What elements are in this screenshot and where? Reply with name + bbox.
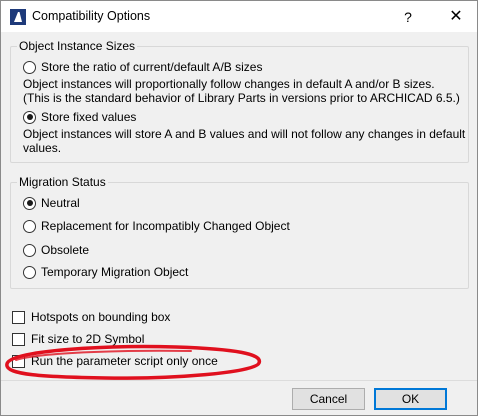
title-bar: Compatibility Options ? ✕ <box>1 1 477 32</box>
radio-button[interactable] <box>23 243 36 257</box>
radio-obsolete[interactable]: Obsolete <box>23 242 89 258</box>
radio-store-ratio[interactable]: Store the ratio of current/default A/B s… <box>23 59 262 75</box>
radio-button-selected[interactable] <box>23 110 36 124</box>
radio-neutral[interactable]: Neutral <box>23 195 80 211</box>
migration-status-label: Migration Status <box>17 175 108 189</box>
store-fixed-values-description-line2: values. <box>23 141 62 155</box>
radio-store-ratio-label: Store the ratio of current/default A/B s… <box>41 60 263 74</box>
store-ratio-description-line2: (This is the standard behavior of Librar… <box>23 91 460 105</box>
radio-replacement[interactable]: Replacement for Incompatibly Changed Obj… <box>23 218 290 234</box>
radio-obsolete-label: Obsolete <box>41 243 90 257</box>
ok-button[interactable]: OK <box>374 388 447 410</box>
checkbox-run-parameter-script-label: Run the parameter script only once <box>31 354 218 368</box>
object-instance-sizes-label: Object Instance Sizes <box>17 39 138 53</box>
cancel-button[interactable]: Cancel <box>292 388 365 410</box>
radio-store-fixed-values-label: Store fixed values <box>41 110 137 124</box>
store-fixed-values-description-line1: Object instances will store A and B valu… <box>23 127 466 141</box>
help-button[interactable]: ? <box>393 6 423 28</box>
radio-button[interactable] <box>23 265 36 279</box>
archicad-app-icon <box>10 9 26 25</box>
radio-button[interactable] <box>23 60 36 74</box>
checkbox-fit-size-2d-symbol[interactable]: Fit size to 2D Symbol <box>12 331 144 347</box>
radio-store-fixed-values[interactable]: Store fixed values <box>23 109 136 125</box>
checkbox-box[interactable] <box>12 354 25 368</box>
store-ratio-description: Object instances will proportionally fol… <box>23 77 460 105</box>
checkbox-fit-size-label: Fit size to 2D Symbol <box>31 332 145 346</box>
checkbox-hotspots-bounding-box[interactable]: Hotspots on bounding box <box>12 309 170 325</box>
store-fixed-values-description: Object instances will store A and B valu… <box>23 127 465 155</box>
checkbox-box[interactable] <box>12 332 25 346</box>
radio-button-selected[interactable] <box>23 196 36 210</box>
radio-button[interactable] <box>23 219 36 233</box>
radio-replacement-label: Replacement for Incompatibly Changed Obj… <box>41 219 290 233</box>
radio-temporary-migration-label: Temporary Migration Object <box>41 265 189 279</box>
checkbox-run-parameter-script-once[interactable]: Run the parameter script only once <box>12 353 218 369</box>
radio-temporary-migration[interactable]: Temporary Migration Object <box>23 264 188 280</box>
checkbox-box[interactable] <box>12 310 25 324</box>
compatibility-options-dialog: Compatibility Options ? ✕ Object Instanc… <box>0 0 478 416</box>
store-ratio-description-line1: Object instances will proportionally fol… <box>23 77 435 91</box>
dialog-title: Compatibility Options <box>32 9 151 23</box>
radio-neutral-label: Neutral <box>41 196 80 210</box>
dialog-footer: Cancel OK <box>1 381 477 415</box>
close-button[interactable]: ✕ <box>441 6 471 28</box>
checkbox-hotspots-label: Hotspots on bounding box <box>31 310 171 324</box>
